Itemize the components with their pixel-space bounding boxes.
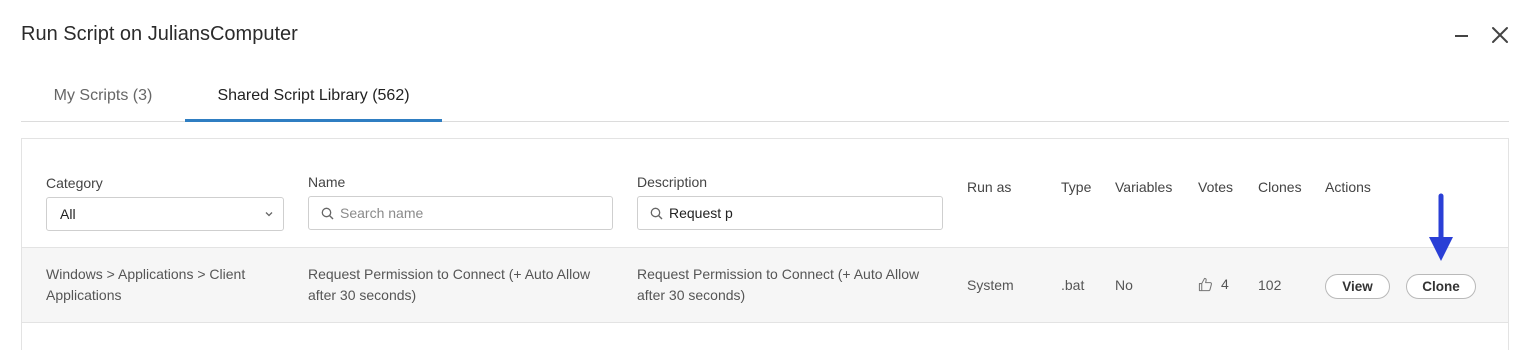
chevron-down-icon: [265, 212, 273, 217]
column-header-description: Description: [637, 174, 708, 190]
row-name: Request Permission to Connect (+ Auto Al…: [308, 266, 591, 303]
category-select[interactable]: All: [46, 197, 284, 231]
tab-my-scripts[interactable]: My Scripts (3): [21, 72, 185, 122]
search-icon: [321, 207, 334, 219]
annotation-arrow-icon: [1429, 193, 1453, 261]
row-clones: 102: [1258, 277, 1282, 293]
clone-button[interactable]: Clone: [1406, 274, 1476, 299]
description-search-field[interactable]: [637, 196, 943, 230]
search-icon: [650, 207, 663, 219]
description-search-input[interactable]: [669, 205, 942, 221]
row-votes[interactable]: 4: [1198, 276, 1229, 292]
row-type: .bat: [1061, 277, 1085, 293]
minimize-icon[interactable]: [1450, 22, 1474, 48]
table-row: Windows > Applications > Client Applicat…: [22, 247, 1508, 323]
name-search-field[interactable]: [308, 196, 613, 230]
row-votes-count: 4: [1221, 276, 1229, 292]
dialog-title: Run Script on JuliansComputer: [21, 23, 298, 45]
column-header-run-as: Run as: [967, 179, 1012, 195]
column-header-category: Category: [46, 175, 103, 191]
table-header: Category All Name Description Run as Typ…: [22, 139, 1508, 247]
column-header-name: Name: [308, 174, 346, 190]
close-icon[interactable]: [1488, 22, 1512, 48]
column-header-votes: Votes: [1198, 179, 1234, 195]
row-category: Windows > Applications > Client Applicat…: [46, 266, 246, 303]
row-run-as: System: [967, 277, 1014, 293]
view-button[interactable]: View: [1325, 274, 1390, 299]
column-header-variables: Variables: [1115, 179, 1173, 195]
row-description: Request Permission to Connect (+ Auto Al…: [637, 266, 920, 303]
thumbs-up-icon: [1198, 277, 1212, 291]
row-variables: No: [1115, 277, 1133, 293]
column-header-clones: Clones: [1258, 179, 1302, 195]
column-header-actions: Actions: [1325, 179, 1371, 195]
column-header-type: Type: [1061, 179, 1092, 195]
script-table: Category All Name Description Run as Typ…: [21, 138, 1509, 350]
tab-shared-script-library[interactable]: Shared Script Library (562): [185, 72, 442, 122]
tab-bar: My Scripts (3) Shared Script Library (56…: [21, 72, 1509, 122]
name-search-input[interactable]: [340, 205, 612, 221]
category-select-value: All: [60, 206, 76, 222]
